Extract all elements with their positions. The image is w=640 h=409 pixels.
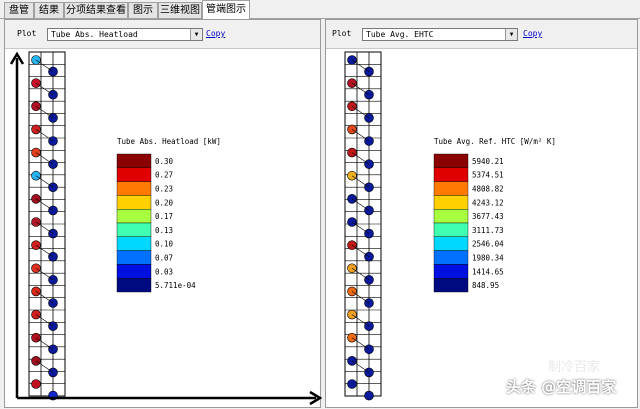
- legend-swatch: [116, 278, 152, 293]
- watermark: 头条 @空调百家: [506, 376, 616, 397]
- legend-value: 2546.04: [472, 240, 504, 249]
- tube-circle-col1: [31, 78, 41, 88]
- legend-swatch: [116, 264, 152, 279]
- tube-circle-col2: [48, 251, 58, 262]
- legend-swatch: [433, 181, 469, 196]
- legend-value: 4243.12: [472, 198, 504, 207]
- tube-circle-col1: [347, 379, 357, 389]
- legend-value: 0.20: [155, 198, 174, 207]
- legend-value: 3677.43: [472, 212, 504, 221]
- legend-swatch: [433, 236, 469, 251]
- tube-circle-col2: [364, 251, 374, 262]
- legend-value: 0.07: [155, 254, 173, 263]
- left-tube-plot: Tube Abs. Heatload [kW] 0.30 0.27 0.23 0.20 0…: [9, 51, 322, 406]
- tab-coil[interactable]: 盘管: [4, 2, 34, 18]
- legend-value: 0.03: [155, 267, 173, 276]
- legend-title: Tube Abs. Heatload [kW]: [117, 137, 221, 146]
- tube-circle-col1: [347, 263, 357, 274]
- legend-swatch: [433, 208, 469, 224]
- legend-value: 0.17: [155, 212, 173, 221]
- left-plot-panel: Plot Tube Abs. Heatload ▼ Copy Tube Abs.…: [4, 19, 322, 408]
- legend-title: Tube Avg. Ref. HTC [W/m² K]: [434, 137, 556, 146]
- right-tube-plot: Tube Avg. Ref. HTC [W/m² K] 5940.21 5374.5…: [344, 51, 556, 401]
- legend-swatch: [116, 181, 152, 196]
- watermark-logo: 制冷百家: [548, 356, 600, 375]
- legend-value: 5.711e-04: [155, 281, 196, 290]
- watermark-logo-text: 制冷百家: [548, 360, 601, 375]
- legend-swatch: [116, 236, 152, 251]
- legend-value: 3111.73: [472, 226, 504, 235]
- legend-swatch: [116, 222, 152, 238]
- legend-value: 5940.21: [472, 157, 504, 166]
- tab-diagram[interactable]: 图示: [128, 2, 158, 18]
- legend-swatch: [433, 264, 469, 279]
- legend-value: 848.95: [472, 281, 499, 290]
- legend-swatch: [116, 153, 152, 169]
- tube-circle-col1: [31, 379, 41, 389]
- legend-value: 0.27: [155, 171, 173, 180]
- tube-circle-col2: [364, 390, 374, 401]
- legend-swatch: [116, 195, 152, 210]
- legend-swatch: [433, 153, 469, 169]
- legend-swatch: [433, 222, 469, 238]
- legend-swatch: [433, 250, 469, 265]
- legend-value: 4808.82: [472, 185, 504, 194]
- tube-circle-col1: [347, 78, 357, 88]
- legend-value: 5374.51: [472, 171, 504, 180]
- tube-circle-col1: [31, 263, 41, 274]
- right-plot-panel: Plot Tube Avg. EHTC ▼ Copy Tube Avg. Ref…: [325, 19, 638, 408]
- legend-swatch: [433, 195, 469, 210]
- tab-item-results[interactable]: 分项结果查看: [64, 2, 128, 18]
- watermark-text: 头条 @空调百家: [506, 378, 617, 396]
- legend-value: 0.30: [155, 157, 174, 166]
- legend-value: 0.10: [155, 240, 174, 249]
- legend-value: 1414.65: [472, 267, 504, 276]
- legend-swatch: [433, 167, 469, 182]
- legend-value: 1980.34: [472, 254, 504, 263]
- legend-swatch: [433, 278, 469, 293]
- tab-results[interactable]: 结果: [34, 2, 64, 18]
- legend-value: 0.23: [155, 185, 173, 194]
- legend-swatch: [116, 250, 152, 265]
- legend-swatch: [116, 167, 152, 182]
- legend-value: 0.13: [155, 226, 173, 235]
- tab-3d-view[interactable]: 三维视图: [158, 2, 202, 18]
- tab-bar: 盘管 结果 分项结果查看 图示 三维视图 管端图示: [0, 0, 640, 19]
- tab-tube-end-diagram[interactable]: 管端图示: [202, 0, 250, 19]
- legend-swatch: [116, 208, 152, 224]
